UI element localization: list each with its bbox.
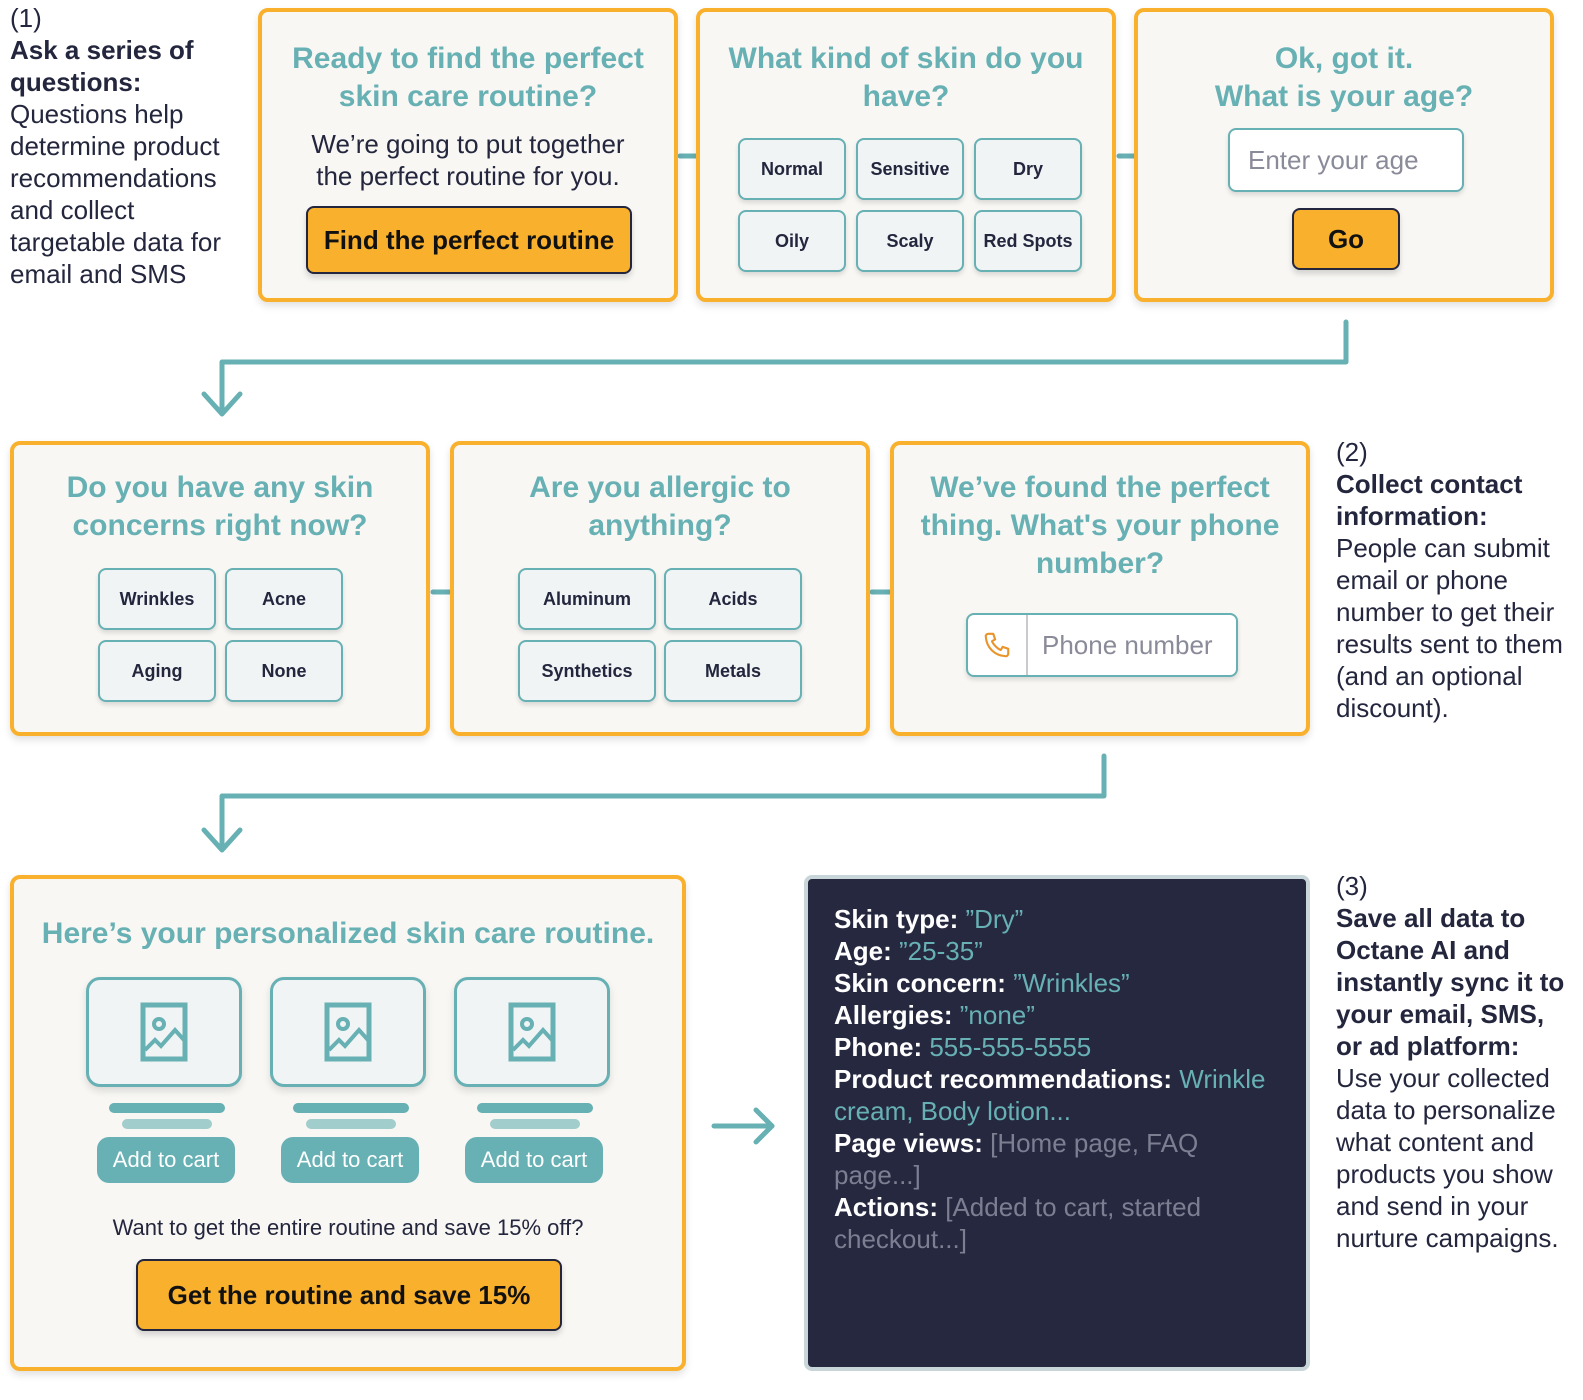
arrow-right-icon: [711, 1107, 775, 1145]
image-placeholder-icon: [140, 1002, 188, 1062]
product-name-placeholder: [293, 1103, 409, 1113]
add-to-cart-button[interactable]: Add to cart: [465, 1137, 603, 1183]
card-title: Here’s your personalized skin care routi…: [41, 917, 655, 950]
data-row-allergies: Allergies: ”none”: [834, 1000, 1035, 1030]
data-row-skin-concern: Skin concern: ”Wrinkles”: [834, 968, 1130, 998]
step-note-2: (2) Collect contact information: People …: [1336, 436, 1576, 724]
product-name-placeholder: [109, 1103, 225, 1113]
quiz-card-concerns: Do you have any skin concerns right now?…: [10, 441, 430, 736]
option-sensitive[interactable]: Sensitive: [856, 138, 964, 200]
step-body: Questions help determine product recomme…: [10, 99, 222, 289]
step-number: (3): [1336, 871, 1368, 901]
step-note-3: (3) Save all data to Octane AI and insta…: [1336, 870, 1576, 1254]
option-normal[interactable]: Normal: [738, 138, 846, 200]
card-title: What kind of skin do you have?: [728, 42, 1084, 113]
find-routine-button[interactable]: Find the perfect routine: [306, 206, 632, 274]
option-wrinkles[interactable]: Wrinkles: [98, 568, 216, 630]
card-title: Are you allergic to anything?: [529, 471, 791, 542]
data-row-skin-type: Skin type: ”Dry”: [834, 904, 1024, 934]
quiz-card-age: Ok, got it. What is your age? Enter your…: [1134, 8, 1554, 302]
card-title-line1: Ok, got it.: [1274, 42, 1414, 75]
add-to-cart-button[interactable]: Add to cart: [97, 1137, 235, 1183]
data-row-product-recommendations: Product recommendations: Wrinkle cream, …: [834, 1064, 1266, 1126]
step-body: People can submit email or phone number …: [1336, 533, 1563, 723]
step-title: Ask a series of questions:: [10, 35, 194, 97]
product-price-placeholder: [122, 1119, 212, 1129]
customer-data-panel: Skin type: ”Dry” Age: ”25-35” Skin conce…: [804, 875, 1310, 1371]
image-placeholder-icon: [508, 1002, 556, 1062]
data-row-age: Age: ”25-35”: [834, 936, 983, 966]
card-title: Ready to find the perfect skin care rout…: [292, 42, 644, 113]
step-title: Collect contact information:: [1336, 469, 1523, 531]
quiz-card-allergies: Are you allergic to anything? Aluminum A…: [450, 441, 870, 736]
get-routine-button[interactable]: Get the routine and save 15%: [136, 1259, 562, 1331]
option-acids[interactable]: Acids: [664, 568, 802, 630]
product-price-placeholder: [490, 1119, 580, 1129]
option-acne[interactable]: Acne: [225, 568, 343, 630]
option-aging[interactable]: Aging: [98, 640, 216, 702]
step-body: Use your collected data to personalize w…: [1336, 1063, 1559, 1253]
data-row-phone: Phone: 555-555-5555: [834, 1032, 1092, 1062]
card-title: Do you have any skin concerns right now?: [66, 471, 374, 542]
product-name-placeholder: [477, 1103, 593, 1113]
connector-row2-row3: [201, 753, 1107, 853]
card-title-line2: What is your age?: [1214, 80, 1474, 113]
phone-input-placeholder: Phone number: [1042, 629, 1213, 660]
option-oily[interactable]: Oily: [738, 210, 846, 272]
quiz-card-skin-type: What kind of skin do you have? Normal Se…: [696, 8, 1116, 302]
quiz-card-results: Here’s your personalized skin care routi…: [10, 875, 686, 1371]
phone-icon: [968, 615, 1028, 675]
product-price-placeholder: [306, 1119, 396, 1129]
data-row-page-views: Page views: [Home page, FAQ page...]: [834, 1128, 1199, 1190]
quiz-card-phone: We’ve found the perfect thing. What's yo…: [890, 441, 1310, 736]
card-subtitle: We’re going to put together the perfect …: [311, 129, 625, 191]
quiz-card-intro: Ready to find the perfect skin care rout…: [258, 8, 678, 302]
phone-input[interactable]: Phone number: [966, 613, 1238, 677]
connector-row1-row2: [201, 319, 1349, 417]
step-number: (2): [1336, 437, 1368, 467]
image-placeholder-icon: [324, 1002, 372, 1062]
option-synthetics[interactable]: Synthetics: [518, 640, 656, 702]
option-none[interactable]: None: [225, 640, 343, 702]
option-dry[interactable]: Dry: [974, 138, 1082, 200]
age-input[interactable]: Enter your age: [1228, 128, 1464, 192]
data-row-actions: Actions: [Added to cart, started checkou…: [834, 1192, 1202, 1254]
go-button[interactable]: Go: [1292, 208, 1400, 270]
option-aluminum[interactable]: Aluminum: [518, 568, 656, 630]
product-image-3[interactable]: [454, 977, 610, 1087]
offer-text: Want to get the entire routine and save …: [112, 1215, 584, 1240]
product-image-2[interactable]: [270, 977, 426, 1087]
option-scaly[interactable]: Scaly: [856, 210, 964, 272]
age-input-placeholder: Enter your age: [1248, 144, 1419, 175]
step-note-1: (1) Ask a series of questions: Questions…: [10, 2, 250, 290]
step-title: Save all data to Octane AI and instantly…: [1336, 903, 1565, 1061]
step-number: (1): [10, 3, 42, 33]
card-title: We’ve found the perfect thing. What's yo…: [920, 471, 1280, 580]
option-metals[interactable]: Metals: [664, 640, 802, 702]
product-image-1[interactable]: [86, 977, 242, 1087]
add-to-cart-button[interactable]: Add to cart: [281, 1137, 419, 1183]
option-red-spots[interactable]: Red Spots: [974, 210, 1082, 272]
